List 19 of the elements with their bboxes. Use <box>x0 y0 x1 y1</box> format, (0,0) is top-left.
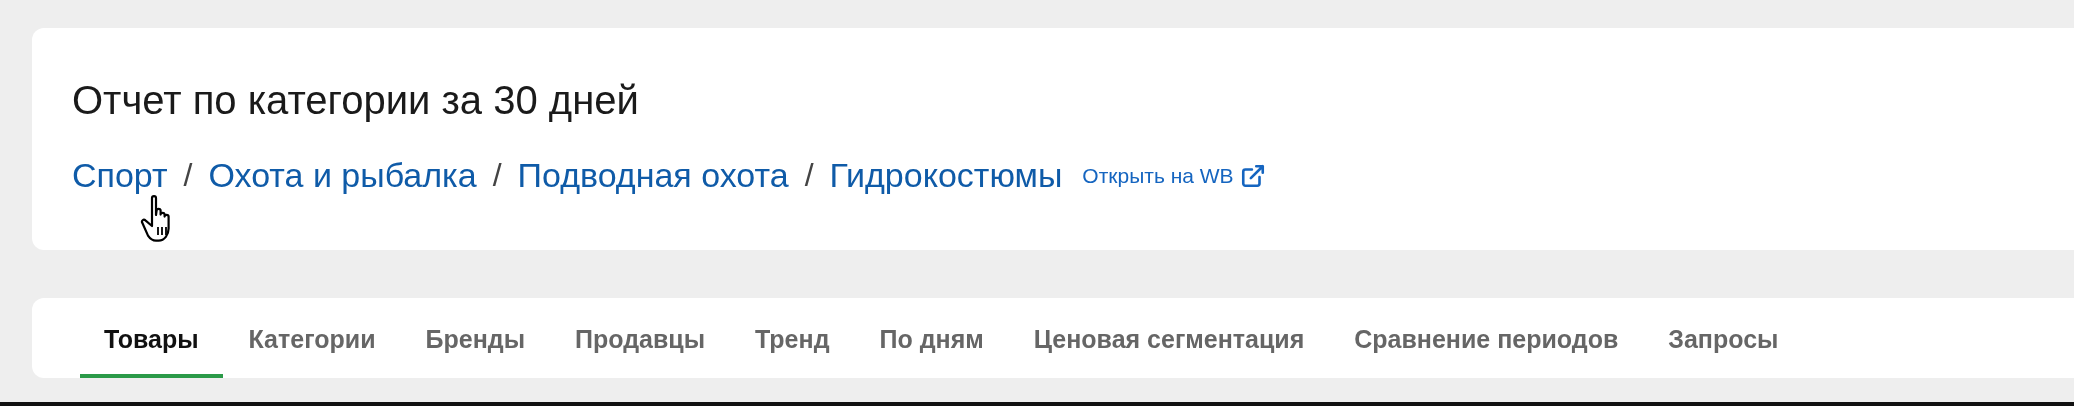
tab[interactable]: Сравнение периодов <box>1330 298 1643 378</box>
tab[interactable]: Категории <box>224 298 400 378</box>
breadcrumb-link[interactable]: Гидрокостюмы <box>829 156 1063 195</box>
tab[interactable]: Продавцы <box>551 298 730 378</box>
breadcrumb-separator: / <box>492 157 502 194</box>
tab[interactable]: Ценовая сегментация <box>1009 298 1329 378</box>
breadcrumb-link[interactable]: Охота и рыбалка <box>208 156 477 195</box>
tab[interactable]: Товары <box>80 298 223 378</box>
tab[interactable]: Запросы <box>1644 298 1803 378</box>
tab[interactable]: Тренд <box>731 298 854 378</box>
breadcrumb-separator: / <box>183 157 193 194</box>
external-link-icon <box>1239 162 1266 189</box>
breadcrumb-separator: / <box>804 157 814 194</box>
breadcrumb-link[interactable]: Спорт <box>72 156 168 195</box>
report-title: Отчет по категории за 30 дней <box>72 77 640 124</box>
tab[interactable]: Бренды <box>401 298 549 378</box>
tab[interactable]: По дням <box>855 298 1008 378</box>
open-external-link[interactable]: Открыть на WB <box>1082 163 1234 188</box>
breadcrumb-link[interactable]: Подводная охота <box>517 156 789 195</box>
